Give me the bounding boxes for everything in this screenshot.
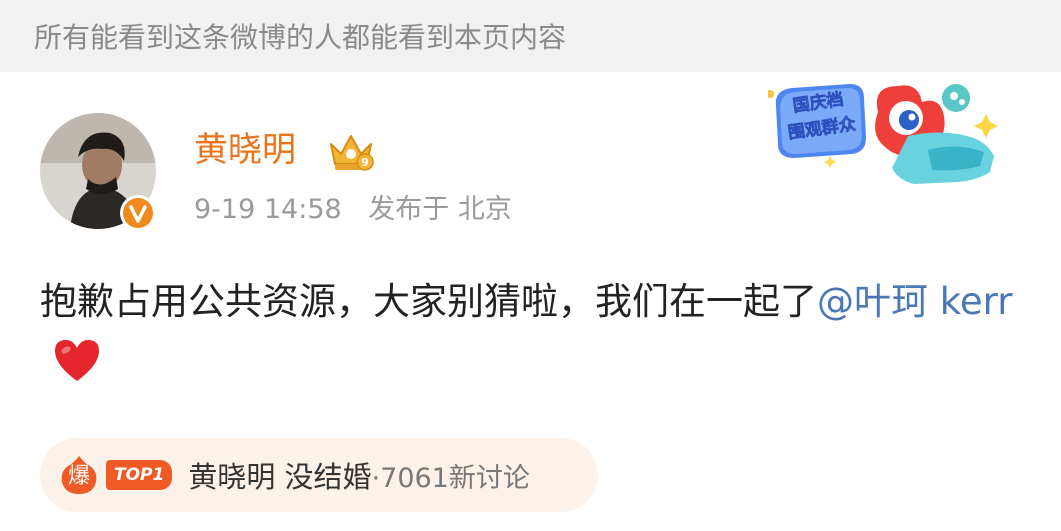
event-sticker-label: 国庆档 围观群众 [782,85,859,146]
post-meta: 9-19 14:58 发布于 北京 [194,190,512,230]
heart-emoji-icon [52,337,102,402]
topic-discussion-count: ·7061新讨论 [371,462,530,494]
verified-badge-icon [119,194,157,232]
vip-crown-icon[interactable]: 9 [327,130,377,174]
post-location: 发布于 北京 [368,194,512,225]
mention-link[interactable]: @叶珂 kerr [817,280,1012,323]
hot-topic-card[interactable]: 爆 TOP1 黄晓明 没结婚 ·7061新讨论 [40,438,598,512]
post-date: 9-19 14:58 [194,194,342,225]
visibility-notice: 所有能看到这条微博的人都能看到本页内容 [0,0,1061,72]
hot-badge-text: 爆 [67,464,90,489]
post-text: 抱歉占用公共资源，大家别猜啦，我们在一起了 [40,280,817,323]
svg-text:9: 9 [361,156,369,169]
rank-badge: TOP1 [106,460,173,490]
visibility-notice-text: 所有能看到这条微博的人都能看到本页内容 [34,21,567,54]
hot-badge-icon: 爆 [58,454,100,496]
author-name[interactable]: 黄晓明 [194,128,296,172]
post-body: 抱歉占用公共资源，大家别猜啦，我们在一起了@叶珂 kerr [40,270,1030,402]
topic-title: 黄晓明 没结婚 [188,460,372,494]
weibo-post-page: 所有能看到这条微博的人都能看到本页内容 黄晓明 9 9-19 14:58 发布于… [0,0,1061,531]
